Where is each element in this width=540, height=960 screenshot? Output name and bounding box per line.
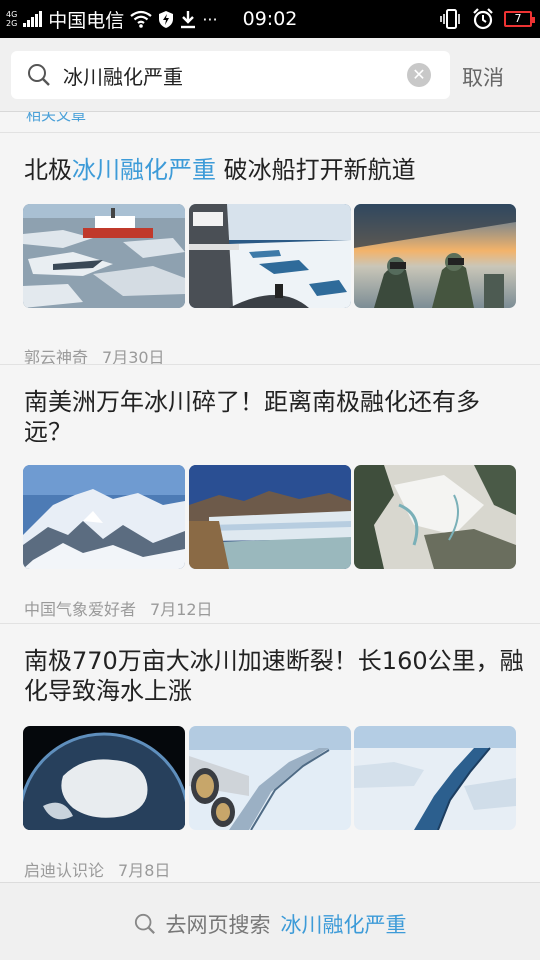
thumbnail-airplane-over-ice-crack[interactable] (189, 726, 351, 830)
clear-search-button[interactable]: ✕ (407, 63, 431, 87)
article-title[interactable]: 南美洲万年冰川碎了！距离南极融化还有多远？ (24, 387, 524, 447)
vibrate-icon (440, 9, 460, 29)
title-suffix: 破冰船打开新航道 (216, 156, 416, 184)
article-meta: 中国气象爱好者 7月12日 (24, 596, 213, 620)
battery-level: 7 (514, 12, 522, 25)
search-input[interactable] (63, 59, 403, 91)
thumbnail-snowy-mountains[interactable] (23, 465, 185, 569)
article-thumbnails (23, 726, 517, 830)
article-card[interactable]: 南美洲万年冰川碎了！距离南极融化还有多远？ 中国气象爱好者 7月12日 (0, 365, 540, 623)
battery-icon: 7 (504, 11, 535, 27)
thumbnail-antarctica-globe[interactable] (23, 726, 185, 830)
related-articles-label: 相关文章 (26, 112, 87, 124)
article-author: 中国气象爱好者 (24, 600, 137, 619)
title-prefix: 北极 (24, 156, 72, 184)
article-card[interactable]: 北极冰川融化严重 破冰船打开新航道 郭云神奇 7月30日 (0, 133, 540, 367)
alarm-icon (473, 8, 493, 30)
thumbnail-ice-shelf-rift[interactable] (354, 726, 516, 830)
title-highlight: 冰川融化严重 (72, 156, 216, 184)
article-date: 7月12日 (150, 600, 213, 619)
article-thumbnails (23, 204, 517, 308)
article-author: 启迪认识论 (24, 861, 105, 880)
article-card[interactable]: 南极770万亩大冰川加速断裂！长160公里，融化导致海水上涨 启迪认识论 7月8… (0, 624, 540, 882)
article-meta: 启迪认识论 7月8日 (24, 857, 170, 881)
search-icon (28, 64, 50, 86)
results-list: 相关文章 北极冰川融化严重 破冰船打开新航道 郭云神奇 7月30日 南美洲万年冰… (0, 112, 540, 882)
thumbnail-crew-with-binoculars[interactable] (354, 204, 516, 308)
thumbnail-ship-bow-ice-field[interactable] (189, 204, 351, 308)
article-thumbnails (23, 465, 517, 569)
article-title[interactable]: 南极770万亩大冰川加速断裂！长160公里，融化导致海水上涨 (24, 646, 524, 706)
status-right: 7 (440, 0, 535, 38)
web-search-footer[interactable]: 去网页搜索 冰川融化严重 (0, 882, 540, 960)
cancel-button[interactable]: 取消 (462, 62, 504, 92)
web-search-prefix: 去网页搜索 (165, 913, 271, 937)
web-search-link[interactable]: 去网页搜索 冰川融化严重 (0, 909, 540, 939)
article-title[interactable]: 北极冰川融化严重 破冰船打开新航道 (24, 155, 524, 185)
search-icon (134, 913, 155, 934)
thumbnail-glacier-front-lake[interactable] (189, 465, 351, 569)
status-bar: 4G 2G 中国电信 ··· 09:02 7 (0, 0, 540, 38)
thumbnail-icebreaker-on-ice[interactable] (23, 204, 185, 308)
thumbnail-aerial-glacier[interactable] (354, 465, 516, 569)
search-box[interactable]: ✕ (11, 51, 450, 99)
search-header: ✕ 取消 (0, 38, 540, 112)
web-search-keyword: 冰川融化严重 (280, 913, 407, 937)
article-date: 7月8日 (118, 861, 171, 880)
close-icon: ✕ (412, 65, 426, 84)
